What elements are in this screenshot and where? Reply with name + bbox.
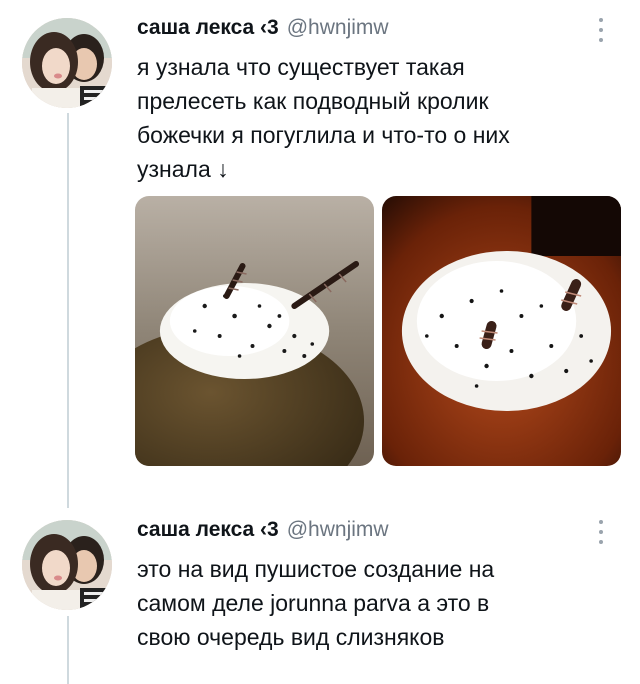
more-options-icon[interactable] (596, 520, 606, 544)
tweet-media[interactable] (135, 196, 621, 466)
sea-slug-photo-1[interactable] (135, 196, 374, 466)
tweet-text: это на вид пушистое создание на самом де… (137, 556, 495, 650)
avatar[interactable] (22, 18, 112, 108)
thread-connector (67, 113, 69, 508)
author-name[interactable]: саша лекса ‹3 (137, 16, 279, 40)
avatar[interactable] (22, 520, 112, 610)
sea-slug-photo-2[interactable] (382, 196, 621, 466)
thread-connector (67, 616, 69, 684)
author-name[interactable]: саша лекса ‹3 (137, 518, 279, 542)
author-handle[interactable]: @hwnjimw (287, 518, 389, 542)
more-options-icon[interactable] (596, 18, 606, 42)
tweet-text: я узнала что существует такая прелесеть … (137, 54, 510, 182)
author-handle[interactable]: @hwnjimw (287, 16, 389, 40)
